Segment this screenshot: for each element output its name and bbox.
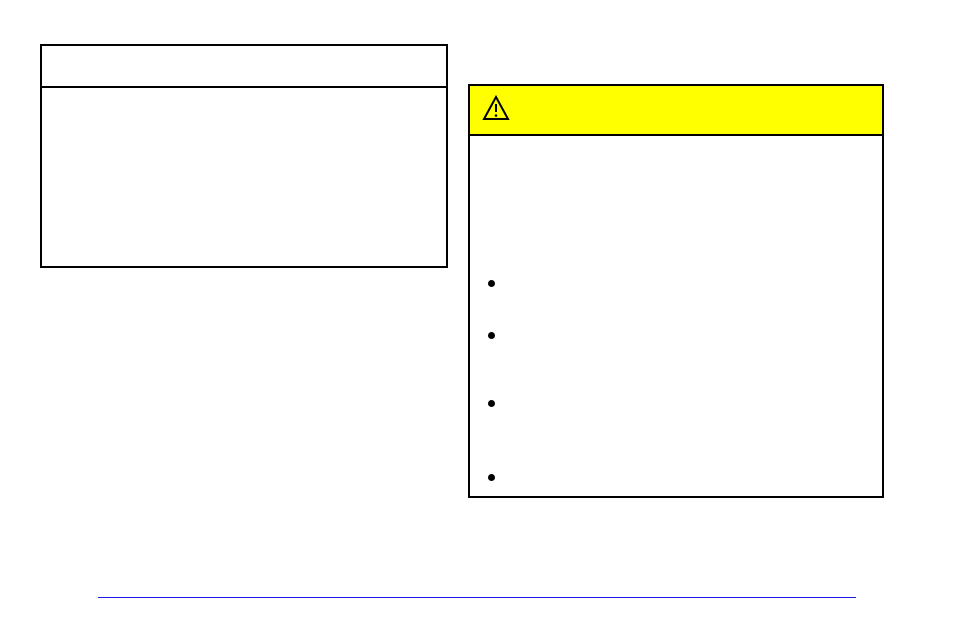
- footer-divider: [98, 597, 856, 598]
- list-item: [488, 328, 504, 380]
- left-panel: [40, 44, 448, 268]
- warning-triangle-icon: [482, 95, 510, 126]
- right-panel-header: [470, 86, 882, 136]
- bullet-list: [488, 276, 504, 522]
- right-panel: [468, 84, 884, 498]
- list-item: [488, 276, 504, 328]
- list-item: [488, 396, 504, 448]
- left-panel-header: [42, 46, 446, 88]
- list-item: [488, 470, 504, 522]
